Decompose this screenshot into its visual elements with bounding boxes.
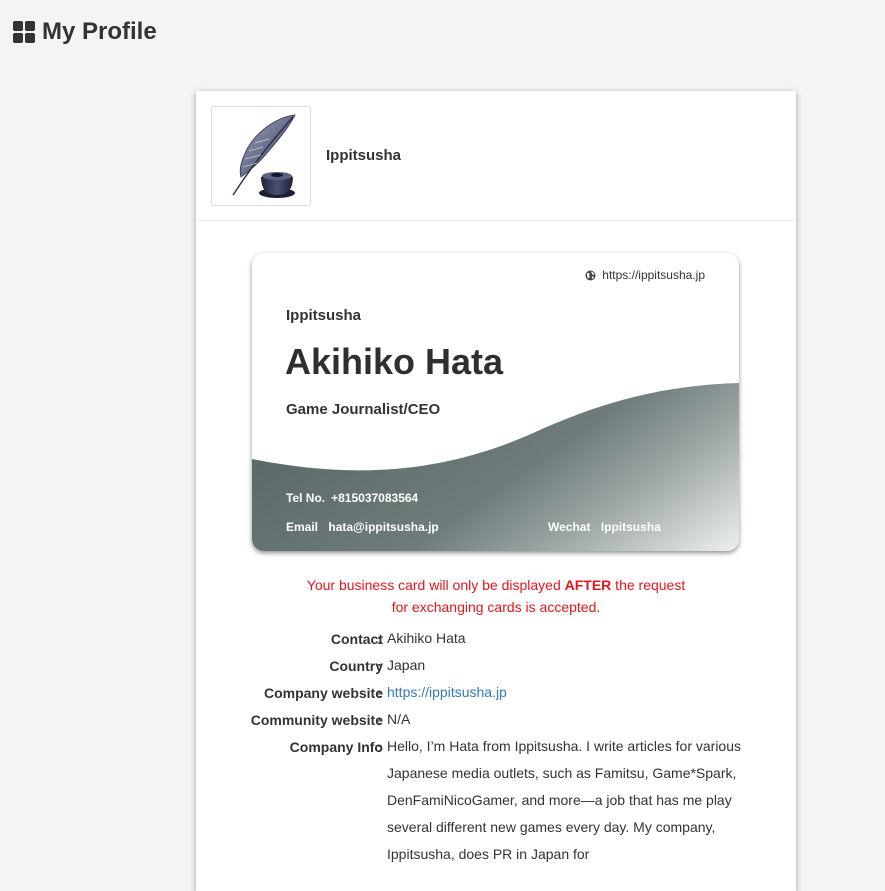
card-website: https://ippitsusha.jp: [585, 268, 705, 282]
card-wechat: Wechat Ippitsusha: [548, 520, 661, 534]
notice-emphasis: AFTER: [564, 577, 612, 593]
detail-label: Company website: [263, 685, 383, 701]
dashboard-icon: [13, 21, 35, 43]
detail-label: Country: [329, 658, 383, 674]
card-email: Email hata@ippitsusha.jp: [286, 520, 439, 534]
card-company: Ippitsusha: [286, 307, 362, 324]
card-person-name: Akihiko Hata: [285, 341, 504, 382]
detail-value: Japan: [387, 657, 426, 673]
card-job-title: Game Journalist/CEO: [286, 401, 441, 418]
company-website-link[interactable]: https://ippitsusha.jp: [387, 684, 507, 700]
card-email-value: hata@ippitsusha.jp: [328, 520, 439, 534]
card-tel-value: +815037083564: [331, 491, 419, 505]
card-tel-label: Tel No.: [286, 491, 326, 505]
card-wechat-value: Ippitsusha: [600, 520, 661, 534]
globe-icon: [585, 270, 596, 280]
detail-value: N/A: [387, 711, 411, 727]
page-title: My Profile: [42, 18, 157, 45]
card-wechat-label: Wechat: [548, 520, 591, 534]
detail-label: Community website: [250, 712, 383, 728]
detail-label: Contact: [330, 631, 383, 647]
company-info-text: Hello, I’m Hata from Ippitsusha. I write…: [387, 738, 742, 862]
card-email-label: Email: [286, 520, 319, 534]
profile-company-name: Ippitsusha: [326, 147, 402, 164]
avatar: [211, 105, 311, 206]
card-tel: Tel No. +815037083564: [286, 491, 418, 505]
card-url-text: https://ippitsusha.jp: [602, 268, 705, 282]
page-header: My Profile: [13, 18, 157, 46]
detail-label: Company Info: [289, 739, 383, 755]
business-card: https://ippitsusha.jp Ippitsusha Akihiko…: [252, 253, 739, 551]
profile-header: Ippitsusha: [196, 91, 796, 221]
detail-value: Akihiko Hata: [387, 630, 466, 646]
quill-inkwell-icon: [232, 114, 296, 198]
profile-panel: Ippitsusha https://ippitsusha.jp Ippitsu…: [196, 91, 796, 891]
card-display-notice: Your business card will only be displaye…: [306, 577, 686, 615]
